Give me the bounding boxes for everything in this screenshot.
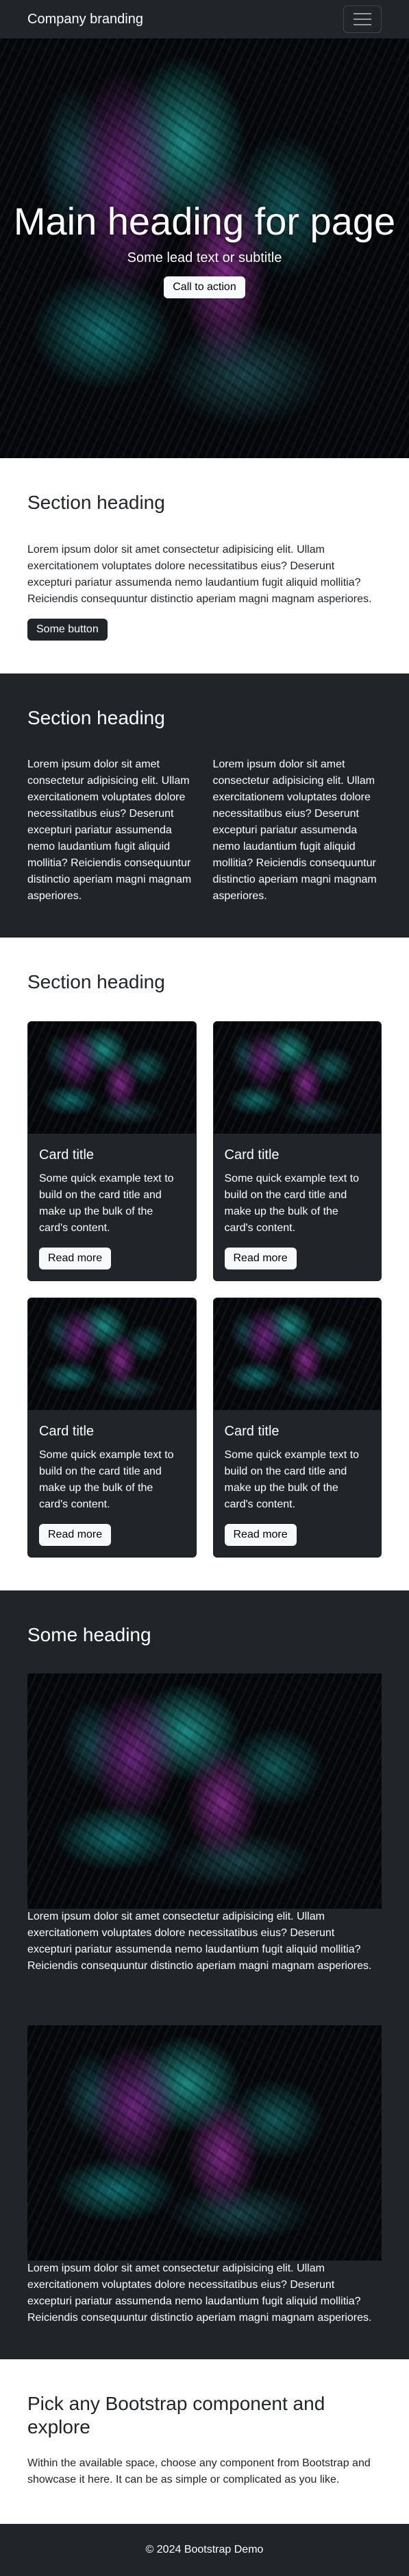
card-image bbox=[28, 1298, 196, 1410]
explore-section: Pick any Bootstrap component and explore… bbox=[0, 2359, 409, 2523]
menu-bar-line bbox=[354, 24, 371, 25]
brand-link[interactable]: Company branding bbox=[27, 9, 143, 29]
card-body: Card title Some quick example text to bu… bbox=[214, 1134, 382, 1280]
column-text: Lorem ipsum dolor sit amet consectetur a… bbox=[27, 759, 192, 903]
card-text: Some quick example text to build on the … bbox=[224, 1448, 360, 1510]
section-heading: Some heading bbox=[27, 1623, 151, 1645]
card-body: Card title Some quick example text to bu… bbox=[28, 1410, 196, 1557]
some-button[interactable]: Some button bbox=[27, 618, 108, 641]
card-text: Some quick example text to build on the … bbox=[224, 1172, 360, 1234]
read-more-button[interactable]: Read more bbox=[224, 1247, 297, 1269]
image-section: Some heading Lorem ipsum dolor sit amet … bbox=[0, 1590, 409, 2360]
card-text: Some quick example text to build on the … bbox=[39, 1172, 174, 1234]
card-image bbox=[28, 1021, 196, 1134]
image-caption-text: Lorem ipsum dolor sit amet consectetur a… bbox=[27, 2263, 372, 2324]
section-text: Lorem ipsum dolor sit amet consectetur a… bbox=[27, 543, 372, 605]
hero-content: Main heading for page Some lead text or … bbox=[14, 198, 395, 298]
card-image bbox=[213, 1021, 381, 1134]
card: Card title Some quick example text to bu… bbox=[27, 1021, 197, 1281]
feature-image bbox=[27, 1673, 382, 1909]
hamburger-menu-icon[interactable] bbox=[343, 5, 382, 33]
section-heading: Pick any Bootstrap component and explore bbox=[27, 2393, 325, 2437]
hero-subtitle: Some lead text or subtitle bbox=[127, 250, 282, 265]
section-heading: Section heading bbox=[27, 971, 165, 993]
card: Card title Some quick example text to bu… bbox=[212, 1297, 382, 1558]
card-grid: Card title Some quick example text to bu… bbox=[27, 1021, 382, 1558]
navbar: Company branding bbox=[0, 0, 409, 38]
section-heading: Section heading bbox=[27, 492, 165, 513]
card-title: Card title bbox=[224, 1423, 280, 1439]
card-title: Card title bbox=[39, 1147, 95, 1162]
read-more-button[interactable]: Read more bbox=[39, 1523, 112, 1546]
read-more-button[interactable]: Read more bbox=[224, 1523, 297, 1546]
card-title: Card title bbox=[39, 1423, 95, 1439]
column-text: Lorem ipsum dolor sit amet consectetur a… bbox=[212, 759, 377, 903]
page-title: Main heading for page bbox=[13, 200, 396, 243]
columns-row: Lorem ipsum dolor sit amet consectetur a… bbox=[27, 756, 382, 905]
feature-image bbox=[27, 2025, 382, 2261]
menu-bar-line bbox=[354, 19, 371, 20]
image-caption-text: Lorem ipsum dolor sit amet consectetur a… bbox=[27, 1911, 372, 1972]
card-body: Card title Some quick example text to bu… bbox=[214, 1410, 382, 1557]
intro-section: Section heading Lorem ipsum dolor sit am… bbox=[0, 458, 409, 673]
card-image bbox=[213, 1298, 381, 1410]
card-title: Card title bbox=[224, 1147, 280, 1162]
section-heading: Section heading bbox=[27, 706, 165, 728]
card: Card title Some quick example text to bu… bbox=[212, 1021, 382, 1281]
menu-bar-line bbox=[354, 13, 371, 14]
call-to-action-button[interactable]: Call to action bbox=[164, 276, 245, 298]
cards-section: Section heading Card title Some quick ex… bbox=[0, 938, 409, 1590]
read-more-button[interactable]: Read more bbox=[39, 1247, 112, 1269]
footer: © 2024 Bootstrap Demo bbox=[0, 2523, 409, 2576]
card: Card title Some quick example text to bu… bbox=[27, 1297, 197, 1558]
card-body: Card title Some quick example text to bu… bbox=[28, 1134, 196, 1280]
card-text: Some quick example text to build on the … bbox=[39, 1448, 174, 1510]
section-text: Within the available space, choose any c… bbox=[27, 2457, 371, 2485]
footer-text: © 2024 Bootstrap Demo bbox=[145, 2543, 264, 2555]
hero-banner: Main heading for page Some lead text or … bbox=[0, 38, 409, 458]
two-column-section: Section heading Lorem ipsum dolor sit am… bbox=[0, 673, 409, 938]
